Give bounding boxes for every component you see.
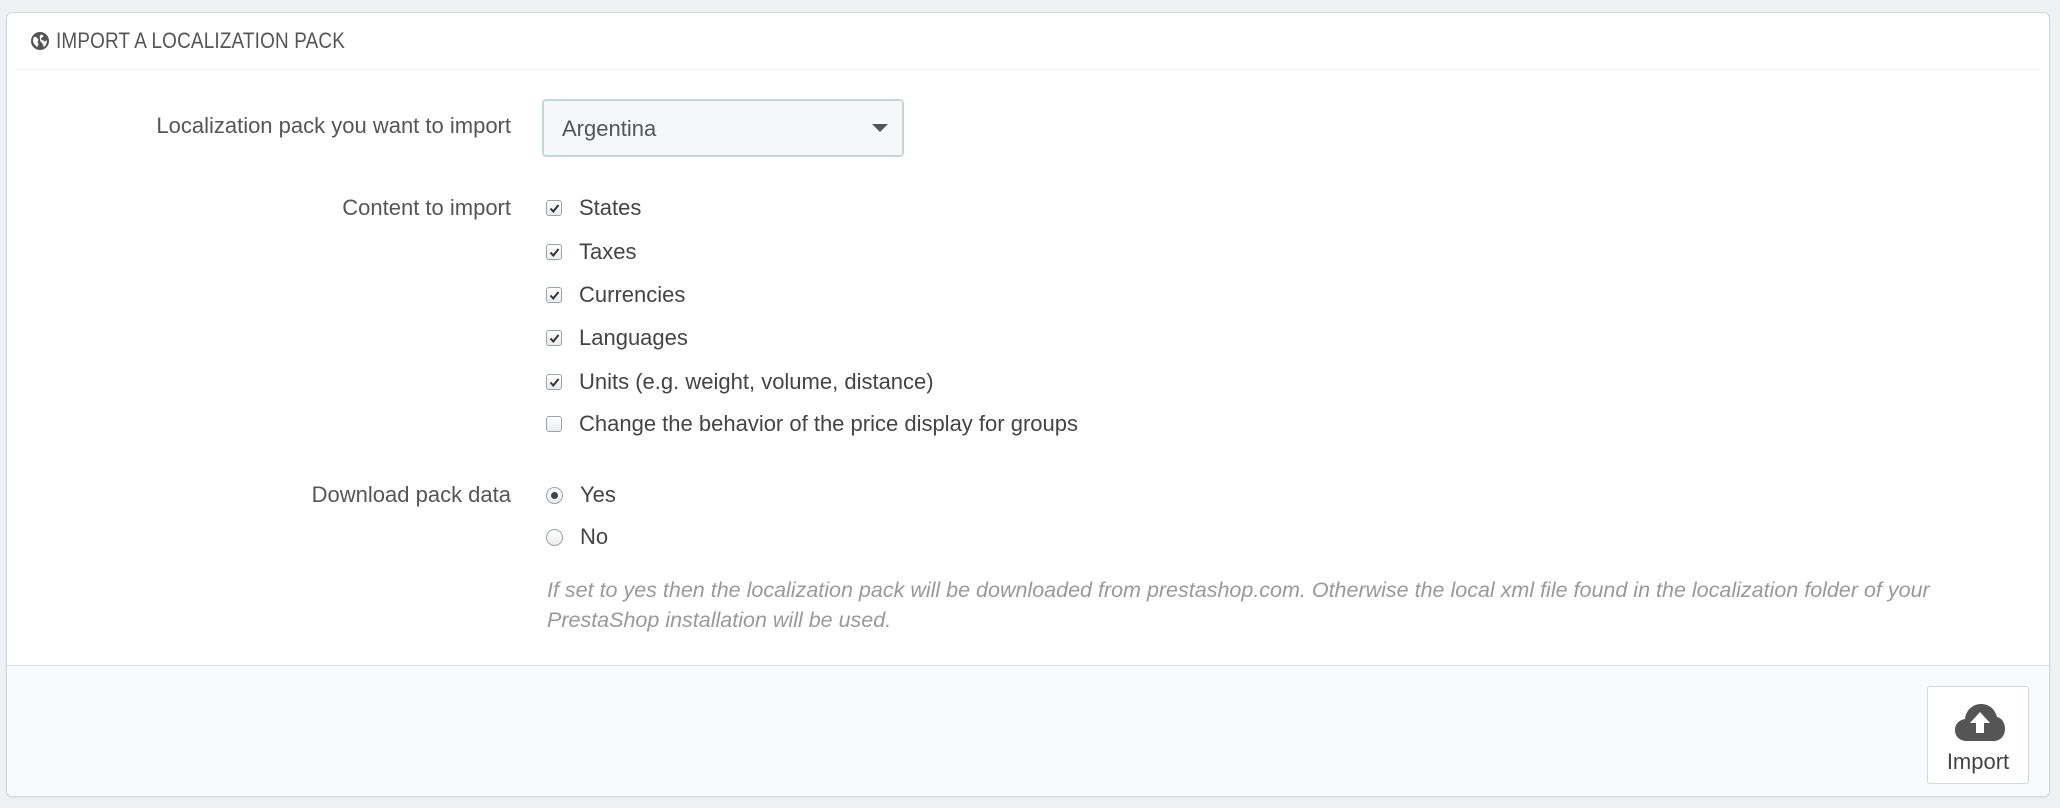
option-states[interactable]: States <box>546 195 641 221</box>
download-no-label: No <box>580 524 609 549</box>
checkmark-icon <box>549 378 560 388</box>
option-currencies[interactable]: Currencies <box>546 282 685 308</box>
option-taxes[interactable]: Taxes <box>546 239 636 265</box>
localization-import-panel: IMPORT A LOCALIZATION PACK Localization … <box>6 12 2050 797</box>
option-download-yes[interactable]: Yes <box>546 482 616 508</box>
option-units[interactable]: Units (e.g. weight, volume, distance) <box>546 369 934 395</box>
panel-footer: Import <box>7 665 2049 796</box>
price-display-label: Change the behavior of the price display… <box>579 411 1078 436</box>
units-checkbox[interactable] <box>546 374 562 390</box>
content-label: Content to import <box>342 195 511 220</box>
localization-pack-select[interactable]: Argentina <box>542 99 904 157</box>
download-label: Download pack data <box>311 482 511 507</box>
languages-checkbox[interactable] <box>546 330 562 346</box>
download-no-radio[interactable] <box>546 528 563 546</box>
checkmark-icon <box>549 334 560 344</box>
panel-title: IMPORT A LOCALIZATION PACK <box>56 28 346 53</box>
option-languages[interactable]: Languages <box>546 325 688 351</box>
currencies-checkbox[interactable] <box>546 287 562 303</box>
import-button[interactable]: Import <box>1927 686 2029 784</box>
checkmark-icon <box>549 204 560 214</box>
languages-label: Languages <box>579 325 688 350</box>
cloud-upload-icon <box>1955 704 2005 741</box>
pack-selected-value: Argentina <box>562 116 657 141</box>
globe-icon <box>31 32 49 50</box>
taxes-checkbox[interactable] <box>546 244 562 260</box>
states-checkbox[interactable] <box>546 200 562 216</box>
download-yes-label: Yes <box>580 482 616 507</box>
option-price-display[interactable]: Change the behavior of the price display… <box>546 411 1078 437</box>
download-yes-radio[interactable] <box>546 486 563 504</box>
pack-label: Localization pack you want to import <box>156 113 511 138</box>
checkmark-icon <box>549 248 560 258</box>
units-label: Units (e.g. weight, volume, distance) <box>579 369 934 394</box>
download-help-text: If set to yes then the localization pack… <box>547 578 1930 632</box>
option-download-no[interactable]: No <box>546 524 608 550</box>
chevron-down-icon <box>872 124 888 132</box>
panel-heading: IMPORT A LOCALIZATION PACK <box>17 13 2039 70</box>
currencies-label: Currencies <box>579 282 686 307</box>
taxes-label: Taxes <box>579 239 637 264</box>
price-display-checkbox[interactable] <box>546 416 562 432</box>
import-label: Import <box>1946 749 2010 774</box>
states-label: States <box>579 195 642 220</box>
checkmark-icon <box>549 291 560 301</box>
